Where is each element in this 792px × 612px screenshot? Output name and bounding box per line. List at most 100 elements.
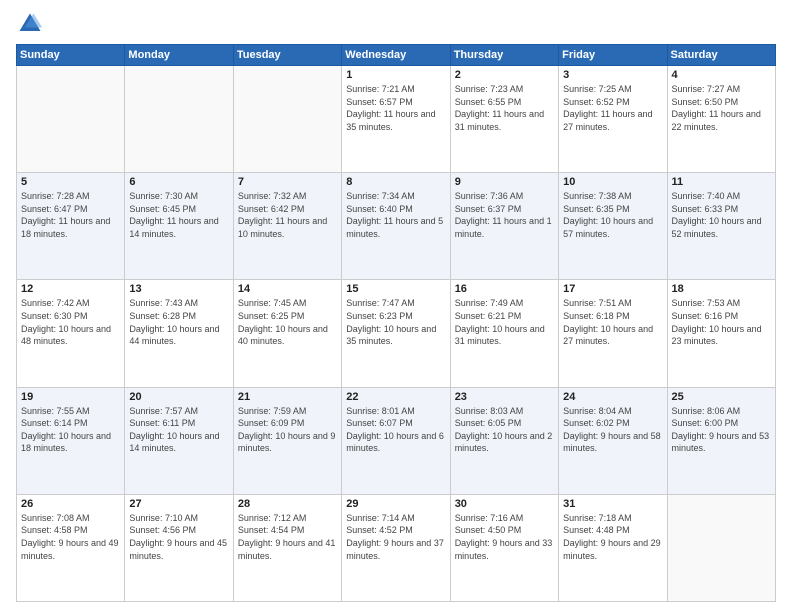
calendar-cell: 24 Sunrise: 8:04 AMSunset: 6:02 PMDayligh…	[559, 387, 667, 494]
calendar-cell	[17, 66, 125, 173]
calendar-cell: 3 Sunrise: 7:25 AMSunset: 6:52 PMDaylight…	[559, 66, 667, 173]
day-number: 3	[563, 69, 662, 81]
day-info: Sunrise: 7:47 AMSunset: 6:23 PMDaylight:…	[346, 297, 445, 347]
day-number: 21	[238, 391, 337, 403]
calendar-table: SundayMondayTuesdayWednesdayThursdayFrid…	[16, 44, 776, 602]
day-info: Sunrise: 7:51 AMSunset: 6:18 PMDaylight:…	[563, 297, 662, 347]
day-number: 24	[563, 391, 662, 403]
calendar-cell: 30 Sunrise: 7:16 AMSunset: 4:50 PMDayligh…	[450, 494, 558, 601]
calendar-cell: 8 Sunrise: 7:34 AMSunset: 6:40 PMDaylight…	[342, 173, 450, 280]
calendar-week-1: 5 Sunrise: 7:28 AMSunset: 6:47 PMDaylight…	[17, 173, 776, 280]
day-number: 16	[455, 283, 554, 295]
day-number: 31	[563, 498, 662, 510]
day-number: 20	[129, 391, 228, 403]
calendar-cell: 25Sunrise: 8:06 AMSunset: 6:00 PMDayligh…	[667, 387, 775, 494]
calendar-cell: 23Sunrise: 8:03 AMSunset: 6:05 PMDayligh…	[450, 387, 558, 494]
calendar-cell	[233, 66, 341, 173]
day-info: Sunrise: 7:55 AMSunset: 6:14 PMDaylight:…	[21, 405, 120, 455]
calendar-cell: 19 Sunrise: 7:55 AMSunset: 6:14 PMDayligh…	[17, 387, 125, 494]
calendar-cell: 7 Sunrise: 7:32 AMSunset: 6:42 PMDaylight…	[233, 173, 341, 280]
day-number: 1	[346, 69, 445, 81]
calendar-cell: 29 Sunrise: 7:14 AMSunset: 4:52 PMDayligh…	[342, 494, 450, 601]
calendar-cell: 16 Sunrise: 7:49 AMSunset: 6:21 PMDayligh…	[450, 280, 558, 387]
col-header-sunday: Sunday	[17, 45, 125, 66]
calendar-week-0: 1 Sunrise: 7:21 AMSunset: 6:57 PMDaylight…	[17, 66, 776, 173]
day-number: 13	[129, 283, 228, 295]
day-number: 14	[238, 283, 337, 295]
calendar-cell: 14 Sunrise: 7:45 AMSunset: 6:25 PMDayligh…	[233, 280, 341, 387]
day-info: Sunrise: 7:28 AMSunset: 6:47 PMDaylight:…	[21, 190, 120, 240]
day-number: 23	[455, 391, 554, 403]
day-number: 18	[672, 283, 771, 295]
day-info: Sunrise: 7:34 AMSunset: 6:40 PMDaylight:…	[346, 190, 445, 240]
calendar-cell: 28 Sunrise: 7:12 AMSunset: 4:54 PMDayligh…	[233, 494, 341, 601]
logo	[16, 10, 48, 38]
col-header-saturday: Saturday	[667, 45, 775, 66]
day-number: 15	[346, 283, 445, 295]
calendar-cell	[667, 494, 775, 601]
day-info: Sunrise: 8:01 AMSunset: 6:07 PMDaylight:…	[346, 405, 445, 455]
calendar-cell: 4Sunrise: 7:27 AMSunset: 6:50 PMDaylight…	[667, 66, 775, 173]
day-info: Sunrise: 8:04 AMSunset: 6:02 PMDaylight:…	[563, 405, 662, 455]
day-number: 7	[238, 176, 337, 188]
day-number: 19	[21, 391, 120, 403]
day-number: 28	[238, 498, 337, 510]
page: SundayMondayTuesdayWednesdayThursdayFrid…	[0, 0, 792, 612]
day-info: Sunrise: 7:32 AMSunset: 6:42 PMDaylight:…	[238, 190, 337, 240]
day-info: Sunrise: 7:45 AMSunset: 6:25 PMDaylight:…	[238, 297, 337, 347]
logo-icon	[16, 10, 44, 38]
calendar-week-3: 19 Sunrise: 7:55 AMSunset: 6:14 PMDayligh…	[17, 387, 776, 494]
calendar-cell: 2Sunrise: 7:23 AMSunset: 6:55 PMDaylight…	[450, 66, 558, 173]
calendar-cell: 31 Sunrise: 7:18 AMSunset: 4:48 PMDayligh…	[559, 494, 667, 601]
calendar-cell: 1 Sunrise: 7:21 AMSunset: 6:57 PMDaylight…	[342, 66, 450, 173]
calendar-week-2: 12 Sunrise: 7:42 AMSunset: 6:30 PMDayligh…	[17, 280, 776, 387]
day-number: 17	[563, 283, 662, 295]
day-number: 6	[129, 176, 228, 188]
day-info: Sunrise: 7:12 AMSunset: 4:54 PMDaylight:…	[238, 512, 337, 562]
calendar-cell: 5 Sunrise: 7:28 AMSunset: 6:47 PMDaylight…	[17, 173, 125, 280]
header	[16, 10, 776, 38]
day-info: Sunrise: 7:59 AMSunset: 6:09 PMDaylight:…	[238, 405, 337, 455]
calendar-cell: 18 Sunrise: 7:53 AMSunset: 6:16 PMDayligh…	[667, 280, 775, 387]
day-number: 26	[21, 498, 120, 510]
calendar-cell: 20Sunrise: 7:57 AMSunset: 6:11 PMDayligh…	[125, 387, 233, 494]
calendar-cell: 21 Sunrise: 7:59 AMSunset: 6:09 PMDayligh…	[233, 387, 341, 494]
day-number: 10	[563, 176, 662, 188]
calendar-cell	[125, 66, 233, 173]
calendar-cell: 27 Sunrise: 7:10 AMSunset: 4:56 PMDayligh…	[125, 494, 233, 601]
calendar-cell: 17 Sunrise: 7:51 AMSunset: 6:18 PMDayligh…	[559, 280, 667, 387]
day-info: Sunrise: 7:43 AMSunset: 6:28 PMDaylight:…	[129, 297, 228, 347]
day-info: Sunrise: 7:38 AMSunset: 6:35 PMDaylight:…	[563, 190, 662, 240]
day-number: 9	[455, 176, 554, 188]
col-header-monday: Monday	[125, 45, 233, 66]
calendar-cell: 6Sunrise: 7:30 AMSunset: 6:45 PMDaylight…	[125, 173, 233, 280]
calendar-cell: 13 Sunrise: 7:43 AMSunset: 6:28 PMDayligh…	[125, 280, 233, 387]
day-info: Sunrise: 7:42 AMSunset: 6:30 PMDaylight:…	[21, 297, 120, 347]
day-number: 22	[346, 391, 445, 403]
day-info: Sunrise: 7:23 AMSunset: 6:55 PMDaylight:…	[455, 83, 554, 133]
col-header-tuesday: Tuesday	[233, 45, 341, 66]
day-info: Sunrise: 7:16 AMSunset: 4:50 PMDaylight:…	[455, 512, 554, 562]
day-info: Sunrise: 7:49 AMSunset: 6:21 PMDaylight:…	[455, 297, 554, 347]
calendar-cell: 10 Sunrise: 7:38 AMSunset: 6:35 PMDayligh…	[559, 173, 667, 280]
day-info: Sunrise: 7:18 AMSunset: 4:48 PMDaylight:…	[563, 512, 662, 562]
day-info: Sunrise: 7:40 AMSunset: 6:33 PMDaylight:…	[672, 190, 771, 240]
day-info: Sunrise: 7:21 AMSunset: 6:57 PMDaylight:…	[346, 83, 445, 133]
day-info: Sunrise: 7:10 AMSunset: 4:56 PMDaylight:…	[129, 512, 228, 562]
day-number: 27	[129, 498, 228, 510]
day-info: Sunrise: 7:25 AMSunset: 6:52 PMDaylight:…	[563, 83, 662, 133]
day-info: Sunrise: 7:53 AMSunset: 6:16 PMDaylight:…	[672, 297, 771, 347]
calendar-cell: 26Sunrise: 7:08 AMSunset: 4:58 PMDayligh…	[17, 494, 125, 601]
day-number: 25	[672, 391, 771, 403]
day-number: 29	[346, 498, 445, 510]
col-header-wednesday: Wednesday	[342, 45, 450, 66]
day-info: Sunrise: 7:14 AMSunset: 4:52 PMDaylight:…	[346, 512, 445, 562]
day-info: Sunrise: 7:27 AMSunset: 6:50 PMDaylight:…	[672, 83, 771, 133]
day-number: 12	[21, 283, 120, 295]
calendar-cell: 11Sunrise: 7:40 AMSunset: 6:33 PMDayligh…	[667, 173, 775, 280]
day-number: 8	[346, 176, 445, 188]
day-number: 30	[455, 498, 554, 510]
calendar-cell: 9 Sunrise: 7:36 AMSunset: 6:37 PMDaylight…	[450, 173, 558, 280]
day-info: Sunrise: 7:36 AMSunset: 6:37 PMDaylight:…	[455, 190, 554, 240]
day-number: 5	[21, 176, 120, 188]
